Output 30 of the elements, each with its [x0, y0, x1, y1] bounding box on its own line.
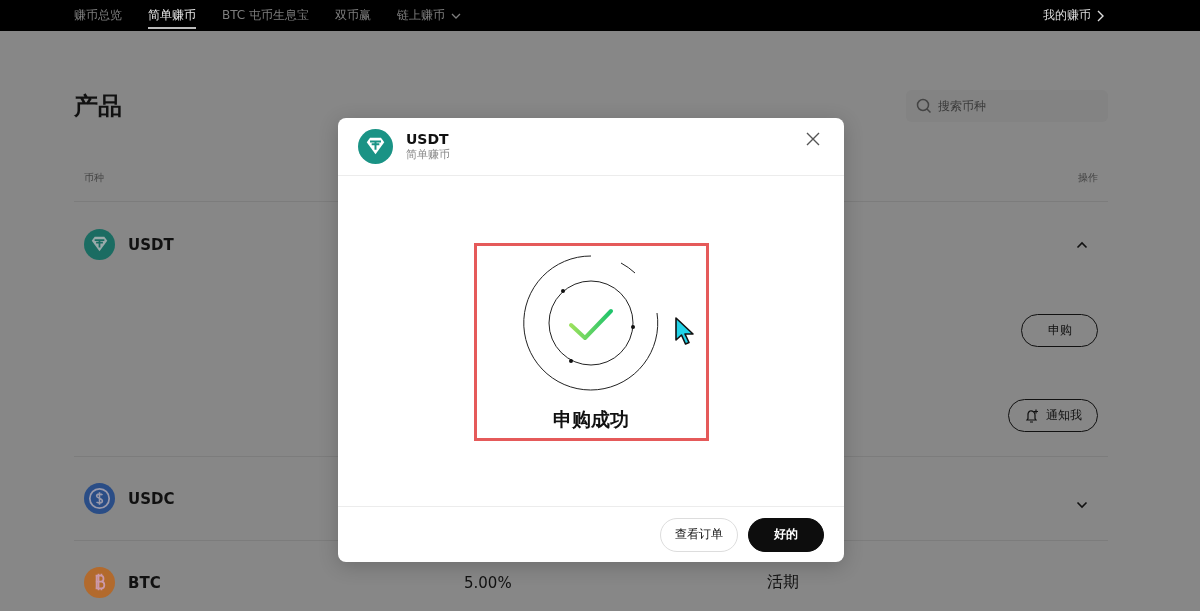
column-header: 操作: [1078, 170, 1098, 185]
view-order-button[interactable]: 查看订单: [660, 517, 738, 552]
column-header: 币种: [84, 170, 104, 185]
my-earn-link[interactable]: 我的赚币: [1043, 0, 1104, 31]
nav-tab[interactable]: 双币赢: [335, 0, 372, 31]
chevron-down-icon[interactable]: [1076, 500, 1088, 509]
term-text: 活期: [767, 572, 799, 593]
bell-icon: [1024, 407, 1040, 424]
bitcoin-coin-icon: [84, 567, 115, 598]
nav-tab[interactable]: 简单赚币: [148, 0, 196, 31]
dollar-coin-icon: [84, 483, 115, 514]
ok-button[interactable]: 好的: [748, 517, 824, 552]
chevron-right-icon: [1096, 9, 1104, 22]
success-message: 申购成功: [553, 407, 629, 432]
nav-tab[interactable]: 链上赚币: [397, 0, 462, 31]
tether-coin-icon: [84, 229, 115, 260]
cursor-icon: [674, 316, 696, 346]
chevron-up-icon[interactable]: [1076, 241, 1088, 249]
search-field[interactable]: 搜索币种: [906, 90, 1108, 122]
page-title: 产品: [74, 91, 122, 122]
close-icon[interactable]: [806, 132, 820, 146]
coin-name: USDT: [128, 235, 174, 254]
dialog-title: USDT: [406, 131, 450, 147]
tether-coin-icon: [358, 129, 393, 164]
rate-text: 5.00%: [464, 573, 512, 592]
coin-name: USDC: [128, 489, 175, 508]
coin-name: BTC: [128, 573, 161, 592]
dialog-subtitle: 简单赚币: [406, 147, 450, 162]
nav-tab[interactable]: BTC 屯币生息宝: [222, 0, 310, 31]
nav-tab[interactable]: 赚币总览: [74, 0, 122, 31]
